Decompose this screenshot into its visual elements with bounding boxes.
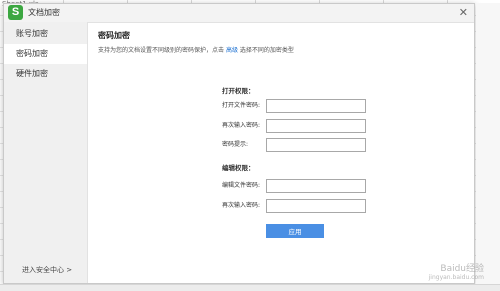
- description: 支持为您的文档设置不同级别的密码保护，点击 高级 选择不同的加密类型: [98, 45, 294, 54]
- close-icon[interactable]: ✕: [459, 4, 468, 22]
- sheet-bottom-bar: [0, 284, 500, 291]
- edit-password-field[interactable]: [266, 179, 366, 193]
- password-hint-field[interactable]: [266, 138, 366, 152]
- description-text-tail: 选择不同的加密类型: [239, 47, 294, 54]
- description-text: 支持为您的文档设置不同级别的密码保护，点击: [98, 47, 225, 54]
- sidebar-item-password-encrypt[interactable]: 密码加密: [4, 44, 87, 64]
- open-password-field[interactable]: [266, 99, 366, 113]
- edit-confirm-label: 再次输入密码:: [222, 202, 261, 209]
- open-confirm-field[interactable]: [266, 119, 366, 133]
- open-password-label: 打开文件密码:: [222, 102, 261, 109]
- app-logo-icon: S: [8, 5, 23, 20]
- dialog-title: 文档加密: [28, 8, 60, 17]
- watermark: Baidu经验 jingyan.baidu.com: [429, 261, 484, 281]
- watermark-line1: Baidu经验: [440, 264, 484, 274]
- edit-password-label: 编辑文件密码:: [222, 182, 261, 189]
- password-hint-label: 密码提示:: [222, 141, 249, 148]
- main-panel: 密码加密 支持为您的文档设置不同级别的密码保护，点击 高级 选择不同的加密类型 …: [88, 22, 474, 283]
- open-permission-heading: 打开权限：: [222, 87, 255, 95]
- apply-button[interactable]: 应用: [266, 224, 324, 238]
- dialog-titlebar: S 文档加密 ✕: [4, 4, 474, 23]
- sidebar-item-account-encrypt[interactable]: 账号加密: [4, 24, 87, 44]
- security-center-link[interactable]: 进入安全中心 >: [22, 265, 72, 275]
- watermark-line2: jingyan.baidu.com: [428, 274, 484, 281]
- edit-permission-heading: 编辑权限：: [222, 164, 255, 172]
- sidebar-item-hardware-encrypt[interactable]: 硬件加密: [4, 64, 87, 84]
- advanced-link[interactable]: 高级: [226, 47, 238, 54]
- open-confirm-label: 再次输入密码:: [222, 122, 261, 129]
- edit-confirm-field[interactable]: [266, 199, 366, 213]
- encrypt-dialog: S 文档加密 ✕ 账号加密 密码加密 硬件加密 进入安全中心 > 密码加密 支持…: [3, 3, 475, 284]
- background-column-edge: [476, 3, 500, 284]
- sidebar: 账号加密 密码加密 硬件加密 进入安全中心 >: [4, 22, 88, 283]
- page-title: 密码加密: [98, 31, 130, 40]
